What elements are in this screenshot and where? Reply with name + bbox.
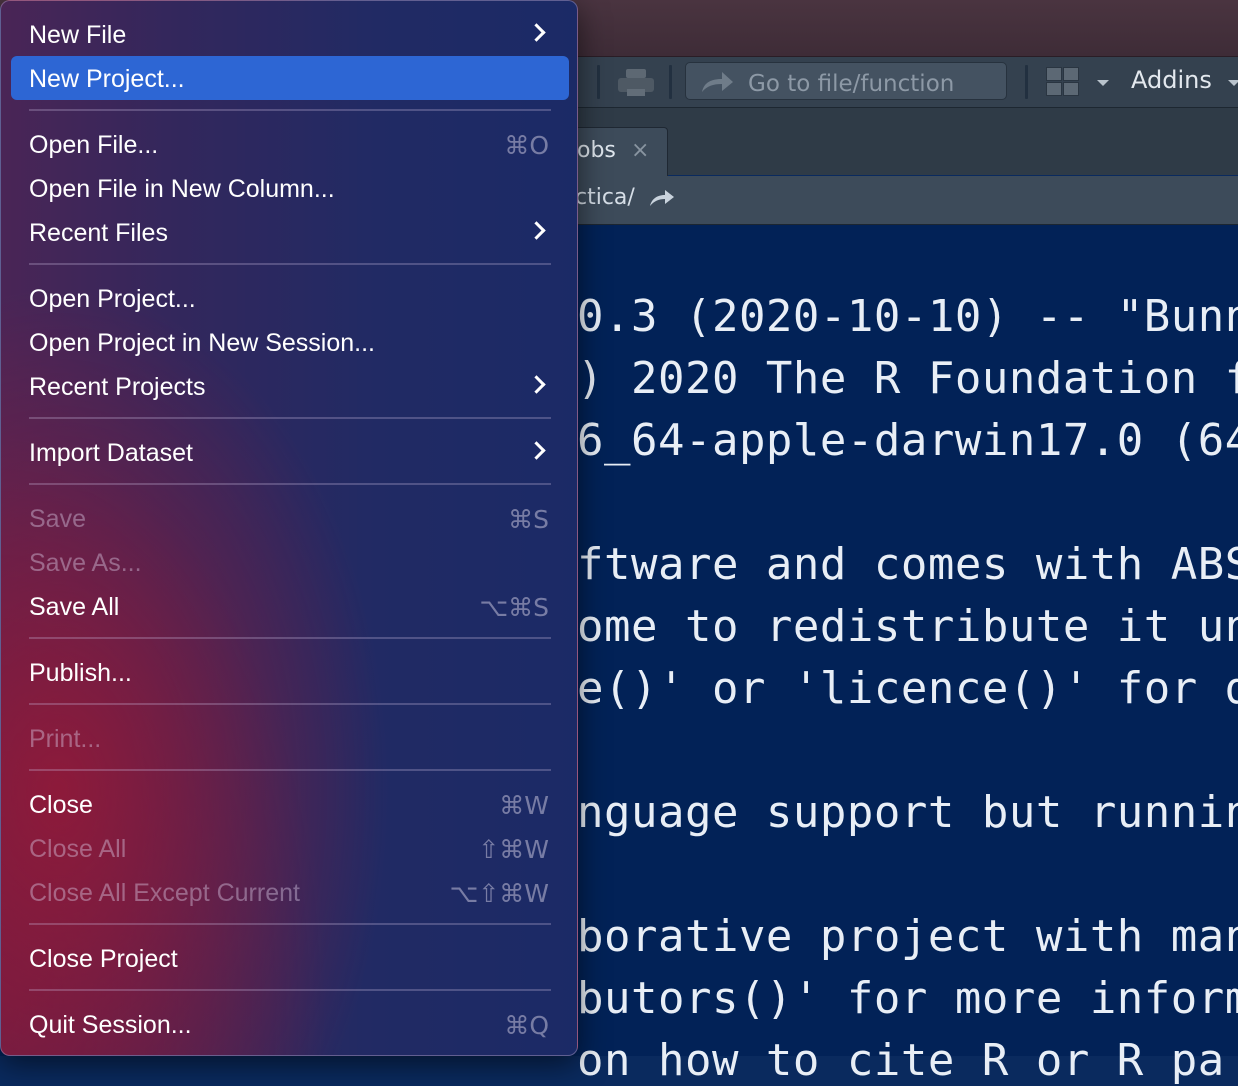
tab-label: obs [577, 138, 616, 163]
go-to-arrow-icon [702, 72, 733, 92]
menu-item-shortcut: ⌘S [508, 505, 549, 534]
chevron-right-icon [527, 23, 546, 42]
menu-item-label: Close All [29, 835, 127, 863]
current-path[interactable]: ctica/ [575, 185, 635, 210]
menu-item-label: Recent Projects [29, 373, 206, 401]
addins-menu-button[interactable]: Addins [1131, 66, 1212, 94]
menu-item-label: New Project... [29, 65, 185, 93]
close-icon[interactable]: × [631, 138, 649, 163]
menu-item-label: Save All [29, 593, 120, 621]
menu-item-label: Print... [29, 725, 102, 753]
menu-item-label: Close Project [29, 945, 178, 973]
menu-item-open-file-new-column[interactable]: Open File in New Column... [11, 166, 569, 210]
menu-separator [29, 989, 551, 991]
menu-separator [29, 703, 551, 705]
menu-item-label: Close [29, 791, 93, 819]
menu-item-open-project-new-session[interactable]: Open Project in New Session... [11, 320, 569, 364]
console-line: on how to cite R or R pa [577, 1035, 1225, 1086]
menu-separator [29, 769, 551, 771]
menu-item-label: Import Dataset [29, 439, 193, 467]
menu-item-shortcut: ⌘Q [504, 1011, 549, 1040]
menu-item-label: Open Project in New Session... [29, 329, 375, 357]
menu-item-import-dataset[interactable]: Import Dataset [11, 430, 569, 474]
go-to-file-placeholder: Go to file/function [748, 71, 955, 97]
menu-item-save-all[interactable]: Save All ⌥⌘S [11, 584, 569, 628]
menu-item-label: Quit Session... [29, 1011, 192, 1039]
menu-item-label: Publish... [29, 659, 132, 687]
menu-item-close-all[interactable]: Close All ⇧⌘W [11, 826, 569, 870]
menu-separator [29, 109, 551, 111]
menu-item-open-file[interactable]: Open File... ⌘O [11, 122, 569, 166]
console-line: ftware and comes with ABSO [577, 539, 1238, 590]
menu-item-shortcut: ⌥⇧⌘W [449, 879, 549, 908]
console-line: 6_64-apple-darwin17.0 (64- [577, 415, 1238, 466]
menu-item-open-project[interactable]: Open Project... [11, 276, 569, 320]
menu-separator [29, 483, 551, 485]
menu-item-shortcut: ⇧⌘W [478, 835, 549, 864]
console-line: 0.3 (2020-10-10) -- "Bunny [577, 291, 1238, 342]
menu-item-recent-files[interactable]: Recent Files [11, 210, 569, 254]
menu-separator [29, 263, 551, 265]
menu-item-label: Open Project... [29, 285, 196, 313]
menu-separator [29, 417, 551, 419]
menu-item-quit-session[interactable]: Quit Session... ⌘Q [11, 1002, 569, 1046]
menu-item-close-project[interactable]: Close Project [11, 936, 569, 980]
chevron-right-icon [527, 375, 546, 394]
pane-layout-icon[interactable] [1046, 67, 1080, 97]
menu-item-close[interactable]: Close ⌘W [11, 782, 569, 826]
menu-item-label: New File [29, 21, 127, 49]
menu-item-publish[interactable]: Publish... [11, 650, 569, 694]
menu-item-new-project[interactable]: New Project... [11, 56, 569, 100]
console-line: ome to redistribute it und [577, 601, 1238, 652]
console-line: nguage support but running [577, 787, 1238, 838]
menu-item-save[interactable]: Save ⌘S [11, 496, 569, 540]
menu-item-label: Open File in New Column... [29, 175, 335, 203]
chevron-down-icon[interactable] [1097, 80, 1109, 86]
chevron-right-icon [527, 441, 546, 460]
menu-item-save-as[interactable]: Save As... [11, 540, 569, 584]
menu-item-label: Save As... [29, 549, 142, 577]
console-line: e()' or 'licence()' for de [577, 663, 1238, 714]
chevron-right-icon [527, 221, 546, 240]
menu-item-label: Open File... [29, 131, 159, 159]
go-to-directory-icon[interactable] [648, 188, 676, 208]
console-line: butors()' for more informa [577, 973, 1238, 1024]
menu-item-label: Recent Files [29, 219, 168, 247]
menu-item-new-file[interactable]: New File [11, 12, 569, 56]
menu-separator [29, 637, 551, 639]
menu-item-shortcut: ⌘O [504, 131, 549, 160]
menu-item-recent-projects[interactable]: Recent Projects [11, 364, 569, 408]
console-line: ) 2020 The R Foundation fo [577, 353, 1238, 404]
file-menu: New File New Project... Open File... ⌘O Open… [0, 0, 578, 1056]
menu-separator [29, 923, 551, 925]
console-line: borative project with many [577, 911, 1238, 962]
print-icon[interactable] [618, 69, 654, 97]
menu-item-print[interactable]: Print... [11, 716, 569, 760]
menu-item-shortcut: ⌥⌘S [479, 593, 549, 622]
toolbar-separator [1025, 65, 1028, 99]
menu-item-close-all-except-current[interactable]: Close All Except Current ⌥⇧⌘W [11, 870, 569, 914]
menu-item-label: Save [29, 505, 86, 533]
toolbar-separator [669, 65, 672, 99]
menu-item-label: Close All Except Current [29, 879, 300, 907]
go-to-file-input[interactable]: Go to file/function [685, 62, 1007, 100]
menu-item-shortcut: ⌘W [499, 791, 549, 820]
chevron-down-icon[interactable] [1228, 80, 1238, 86]
toolbar-separator [597, 65, 600, 99]
